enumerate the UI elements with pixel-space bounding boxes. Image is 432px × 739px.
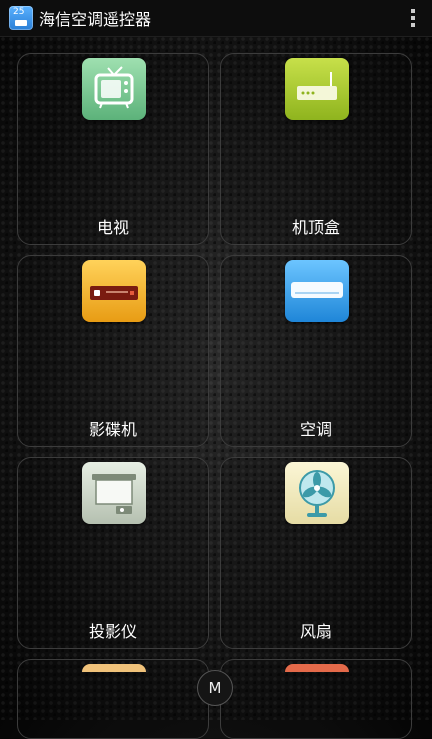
device-label-dvd: 影碟机 [88, 420, 137, 439]
device-tile-partial-right[interactable] [220, 659, 412, 739]
device-tile-fan[interactable]: 风扇 [220, 457, 412, 649]
projector-icon [82, 462, 146, 524]
air-conditioner-icon [285, 260, 349, 322]
device-tile-partial-left[interactable] [17, 659, 209, 739]
device-label-projector: 投影仪 [88, 622, 137, 641]
device-tile-projector[interactable]: 投影仪 [17, 457, 209, 649]
app-logo-icon: 25 [9, 6, 33, 30]
device-label-set-top-box: 机顶盒 [291, 218, 340, 237]
device-tile-tv[interactable]: 电视 [17, 53, 209, 245]
fan-icon [285, 462, 349, 524]
m-button[interactable]: M [197, 670, 233, 706]
tv-icon [82, 58, 146, 120]
dvd-player-icon [82, 260, 146, 322]
device-tile-air-conditioner[interactable]: 空调 [220, 255, 412, 447]
device-tile-dvd[interactable]: 影碟机 [17, 255, 209, 447]
device-label-air-conditioner: 空调 [299, 420, 332, 439]
app-icon-badge: 25 [13, 7, 25, 17]
overflow-menu-icon[interactable] [410, 9, 416, 27]
partial-device-icon [82, 664, 146, 672]
partial-device-icon [285, 664, 349, 672]
app-title: 海信空调遥控器 [39, 10, 152, 29]
device-label-fan: 风扇 [299, 622, 332, 641]
device-tile-set-top-box[interactable]: 机顶盒 [220, 53, 412, 245]
device-label-tv: 电视 [96, 218, 129, 237]
set-top-box-icon [285, 58, 349, 120]
title-bar: 25 海信空调遥控器 [0, 0, 432, 37]
device-grid: 电视 机顶盒 影碟机 空调 投影仪 风扇 [0, 36, 432, 739]
